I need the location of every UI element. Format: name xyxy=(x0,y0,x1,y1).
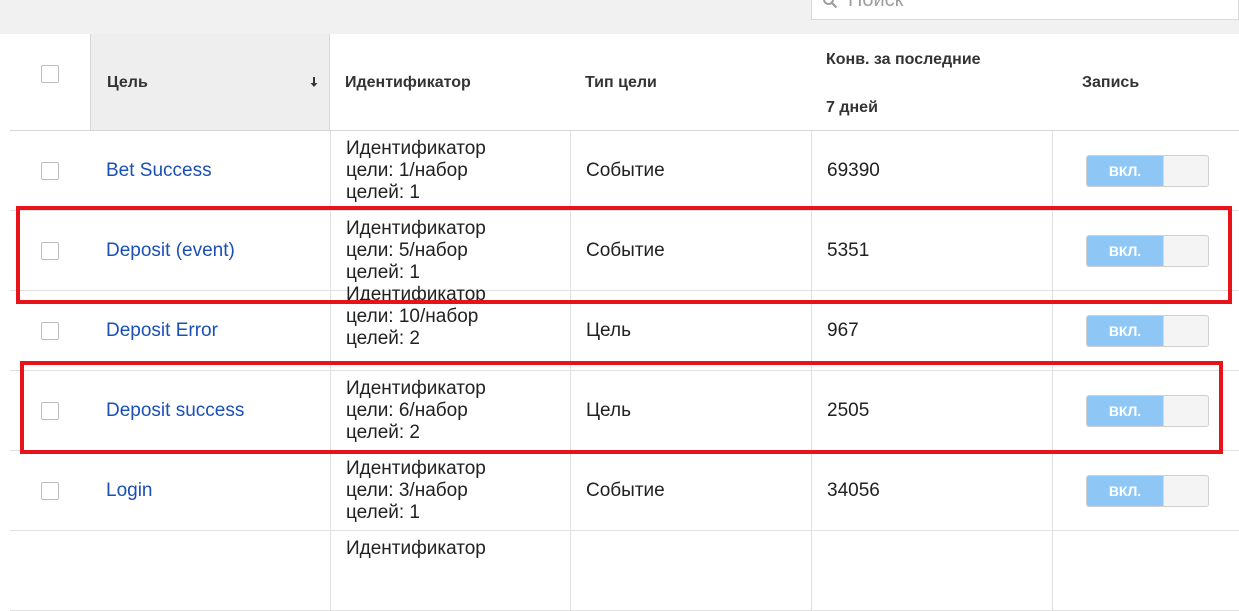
search-placeholder: Поиск xyxy=(848,0,904,11)
row-checkbox[interactable] xyxy=(41,162,59,180)
table-row: Deposit success Идентификатор цели: 6/на… xyxy=(10,371,1239,451)
toggle-on-label: ВКЛ. xyxy=(1087,236,1163,266)
goal-link[interactable]: Deposit success xyxy=(106,400,244,422)
row-checkbox[interactable] xyxy=(41,482,59,500)
search-icon xyxy=(823,0,838,9)
table-row: Deposit Error Идентификатор цели: 10/наб… xyxy=(10,284,1239,371)
identifier-text: целей: 2 xyxy=(346,422,420,443)
identifier-text: цели: 5/набор xyxy=(346,240,468,261)
toggle-knob xyxy=(1163,156,1208,186)
table-row: Deposit (event) Идентификатор цели: 5/на… xyxy=(10,211,1239,291)
identifier-text: цели: 3/набор xyxy=(346,480,468,501)
identifier-text: Идентификатор xyxy=(346,458,486,479)
recording-toggle[interactable]: ВКЛ. xyxy=(1086,475,1209,507)
toggle-on-label: ВКЛ. xyxy=(1087,156,1163,186)
table-header: Цель Идентификатор Тип цели Конв. за пос… xyxy=(10,34,1239,131)
recording-toggle[interactable]: ВКЛ. xyxy=(1086,315,1209,347)
column-header-conversions[interactable]: Конв. за последние 7 дней xyxy=(811,34,1052,130)
goal-type: Событие xyxy=(586,160,665,181)
conversions-value: 5351 xyxy=(827,240,870,261)
goal-link[interactable]: Bet Success xyxy=(106,160,212,182)
conversions-value: 69390 xyxy=(827,160,880,181)
goals-table: Цель Идентификатор Тип цели Конв. за пос… xyxy=(10,34,1239,611)
identifier-text: целей: 2 xyxy=(346,328,420,349)
goal-type: Цель xyxy=(586,400,631,421)
identifier-text: Идентификатор xyxy=(346,218,486,239)
toggle-knob xyxy=(1163,236,1208,266)
conversions-value: 967 xyxy=(827,320,859,341)
recording-toggle[interactable]: ВКЛ. xyxy=(1086,235,1209,267)
column-header-recording[interactable]: Запись xyxy=(1052,34,1239,130)
toggle-on-label: ВКЛ. xyxy=(1087,316,1163,346)
toggle-knob xyxy=(1163,316,1208,346)
conversions-value: 34056 xyxy=(827,480,880,501)
identifier-text: Идентификатор xyxy=(346,284,486,305)
toggle-on-label: ВКЛ. xyxy=(1087,476,1163,506)
recording-toggle[interactable]: ВКЛ. xyxy=(1086,155,1209,187)
row-checkbox[interactable] xyxy=(41,322,59,340)
toggle-knob xyxy=(1163,476,1208,506)
goal-link[interactable]: Deposit Error xyxy=(106,320,218,342)
toggle-on-label: ВКЛ. xyxy=(1087,396,1163,426)
recording-toggle[interactable]: ВКЛ. xyxy=(1086,395,1209,427)
toggle-knob xyxy=(1163,396,1208,426)
identifier-text: целей: 1 xyxy=(346,262,420,283)
identifier-text: цели: 1/набор xyxy=(346,160,468,181)
select-all-checkbox[interactable] xyxy=(41,65,59,83)
identifier-text: Идентификатор xyxy=(346,378,486,399)
column-header-goal[interactable]: Цель xyxy=(90,34,330,130)
identifier-text: цели: 10/набор xyxy=(346,306,479,327)
sort-down-icon[interactable] xyxy=(309,75,319,89)
column-header-identifier[interactable]: Идентификатор xyxy=(330,34,570,130)
table-row: Bet Success Идентификатор цели: 1/набор … xyxy=(10,131,1239,211)
table-row: Идентификатор xyxy=(10,531,1239,611)
row-checkbox[interactable] xyxy=(41,242,59,260)
search-input[interactable]: Поиск xyxy=(811,0,1239,20)
column-header-goal-type[interactable]: Тип цели xyxy=(570,34,811,130)
goal-link[interactable]: Deposit (event) xyxy=(106,240,235,262)
table-row: Login Идентификатор цели: 3/набор целей:… xyxy=(10,451,1239,531)
row-checkbox[interactable] xyxy=(41,402,59,420)
goal-type: Цель xyxy=(586,320,631,341)
goal-type: Событие xyxy=(586,240,665,261)
goal-link[interactable]: Login xyxy=(106,480,153,502)
toolbar: Поиск xyxy=(0,0,1239,34)
identifier-text: целей: 1 xyxy=(346,502,420,523)
identifier-text: Идентификатор xyxy=(346,538,486,559)
identifier-text: Идентификатор xyxy=(346,138,486,159)
identifier-text: целей: 1 xyxy=(346,182,420,203)
conversions-value: 2505 xyxy=(827,400,870,421)
column-header-goal-label: Цель xyxy=(107,74,148,91)
identifier-text: цели: 6/набор xyxy=(346,400,468,421)
goal-type: Событие xyxy=(586,480,665,501)
